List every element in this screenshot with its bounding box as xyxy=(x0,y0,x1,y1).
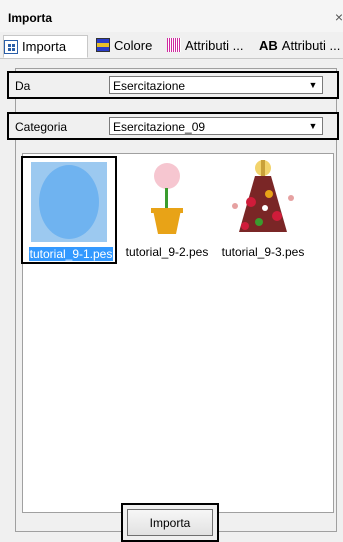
tab-label: Attributi ... xyxy=(281,37,341,53)
category-label: Categoria xyxy=(15,120,68,134)
file-item-tutorial-9-3[interactable]: tutorial_9-3.pes xyxy=(215,156,311,264)
file-gallery[interactable]: tutorial_9-1.pes tutorial_9-2.pes tutori… xyxy=(21,153,334,513)
import-button-highlight: Importa xyxy=(121,503,219,542)
panel-title: Importa xyxy=(8,11,53,25)
source-row: Da Esercitazione ▼ xyxy=(7,71,339,99)
category-dropdown[interactable]: Esercitazione_09 ▼ xyxy=(109,117,323,135)
file-name: tutorial_9-1.pes xyxy=(28,247,114,261)
chevron-down-icon[interactable]: ▼ xyxy=(305,78,321,92)
flower-pot-preview xyxy=(151,163,183,234)
tab-bar: Importa Colore Attributi ... AB Attribut… xyxy=(0,32,343,59)
panel-header: Importa × xyxy=(0,0,343,32)
close-icon[interactable]: × xyxy=(335,9,343,25)
tab-label: Attributi ... xyxy=(185,37,244,53)
blue-oval-preview xyxy=(31,162,107,242)
file-name: tutorial_9-2.pes xyxy=(125,245,209,259)
stitch-attributes-icon xyxy=(167,38,181,52)
source-value: Esercitazione xyxy=(113,79,186,93)
source-dropdown[interactable]: Esercitazione ▼ xyxy=(109,76,323,94)
import-icon xyxy=(4,39,18,54)
category-row: Categoria Esercitazione_09 ▼ xyxy=(7,112,339,140)
text-attributes-icon: AB xyxy=(259,37,278,53)
tab-text-attributes[interactable]: AB Attributi ... xyxy=(259,35,340,55)
source-label: Da xyxy=(15,79,31,93)
color-icon xyxy=(96,38,110,52)
import-button[interactable]: Importa xyxy=(127,509,213,536)
file-item-tutorial-9-1[interactable]: tutorial_9-1.pes xyxy=(21,156,117,264)
file-item-tutorial-9-2[interactable]: tutorial_9-2.pes xyxy=(119,156,215,264)
chevron-down-icon[interactable]: ▼ xyxy=(305,119,321,133)
tab-label: Importa xyxy=(22,39,67,54)
tab-import[interactable]: Importa xyxy=(3,35,88,58)
floral-dress-preview xyxy=(232,160,294,232)
tab-stitch-attributes[interactable]: Attributi ... xyxy=(167,35,244,55)
category-value: Esercitazione_09 xyxy=(113,120,206,134)
tab-label: Colore xyxy=(114,37,153,53)
file-name: tutorial_9-3.pes xyxy=(221,245,305,259)
tab-color[interactable]: Colore xyxy=(96,35,152,55)
